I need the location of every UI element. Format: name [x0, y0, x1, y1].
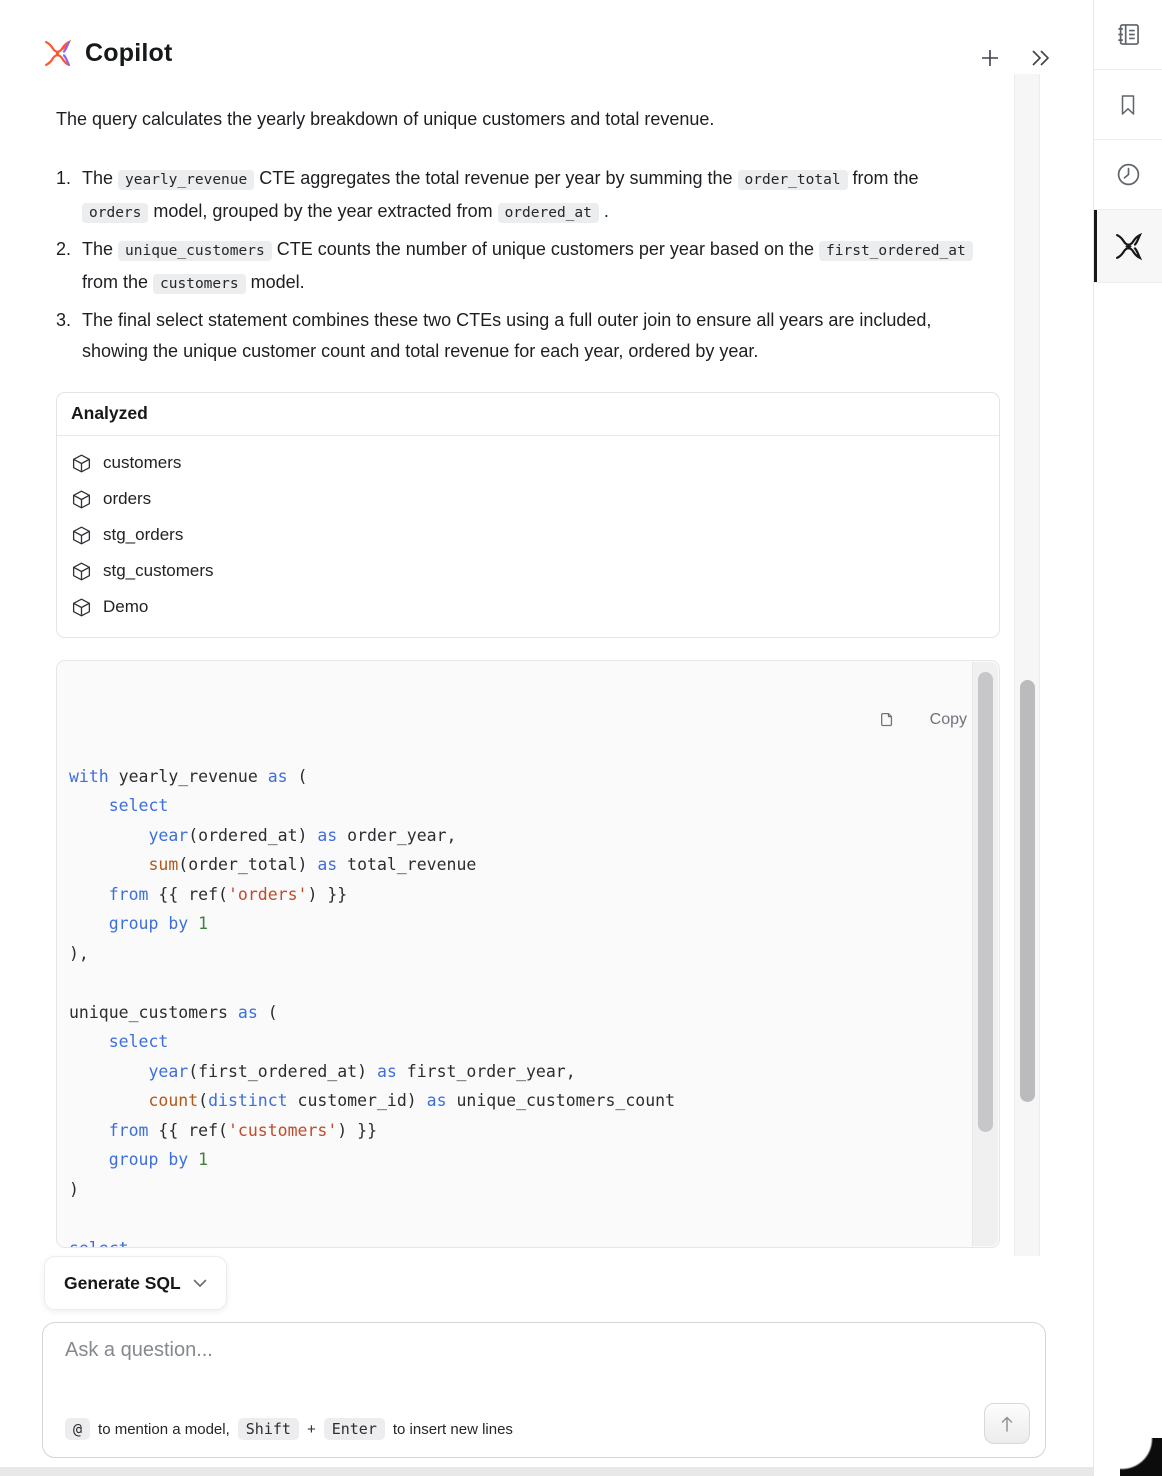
hint-text: to mention a model, [98, 1421, 230, 1438]
right-icon-rail [1093, 0, 1162, 1476]
step-item: 2.The unique_customers CTE counts the nu… [56, 234, 988, 300]
keyboard-key-chip: Shift [238, 1418, 299, 1440]
code-line: unique_customers as ( [69, 998, 969, 1028]
step-number: 3. [56, 305, 82, 367]
step-item: 1.The yearly_revenue CTE aggregates the … [56, 163, 988, 229]
rail-item-copilot[interactable] [1094, 210, 1162, 283]
analyzed-model-item[interactable]: stg_customers [71, 553, 985, 589]
notebook-outline-icon [1115, 21, 1142, 48]
keyboard-key-chip: @ [65, 1418, 90, 1440]
composer: @ to mention a model, Shift + Enter to insert… [42, 1322, 1046, 1458]
code-line: sum(order_total) as total_revenue [69, 850, 969, 880]
steps-list: 1.The yearly_revenue CTE aggregates the … [56, 163, 1000, 367]
cube-icon [71, 561, 92, 582]
sql-code-block: Copy with yearly_revenue as ( select yea… [56, 660, 1000, 1248]
rail-item-history-clock[interactable] [1094, 140, 1162, 210]
generate-sql-label: Generate SQL [64, 1273, 181, 1294]
sql-code-lines: with yearly_revenue as ( select year(ord… [69, 762, 969, 1249]
cube-icon [71, 525, 92, 546]
generate-sql-button[interactable]: Generate SQL [44, 1256, 227, 1310]
inline-code-chip: yearly_revenue [118, 170, 254, 190]
hint-text: to insert new lines [393, 1421, 513, 1438]
analyzed-model-item[interactable]: stg_orders [71, 517, 985, 553]
cube-icon [71, 453, 92, 474]
history-clock-icon [1115, 161, 1142, 188]
analyzed-model-label: orders [103, 489, 151, 509]
code-line: with yearly_revenue as ( [69, 762, 969, 792]
code-scrollbar-thumb[interactable] [978, 672, 993, 1132]
code-line [69, 1204, 969, 1234]
step-text: The final select statement combines thes… [82, 305, 982, 367]
copilot-logo-icon [42, 38, 73, 69]
code-line: from {{ ref('orders') }} [69, 880, 969, 910]
copy-button-label: Copy [930, 711, 967, 729]
chat-scrollbar-track[interactable] [1014, 74, 1040, 1256]
inline-code-chip: order_total [738, 170, 848, 190]
code-line: select [69, 1234, 969, 1249]
code-line: group by 1 [69, 1145, 969, 1175]
copy-icon [877, 675, 921, 765]
step-text: The yearly_revenue CTE aggregates the to… [82, 163, 982, 229]
step-number: 1. [56, 163, 82, 229]
code-line: select [69, 1027, 969, 1057]
analyzed-model-label: stg_orders [103, 525, 183, 545]
analyzed-model-item[interactable]: Demo [71, 589, 985, 625]
inline-code-chip: ordered_at [498, 203, 599, 223]
window-corner [1120, 1438, 1162, 1476]
code-line: group by 1 [69, 909, 969, 939]
hint-text: + [307, 1421, 316, 1438]
step-text: The unique_customers CTE counts the numb… [82, 234, 982, 300]
code-line: from {{ ref('customers') }} [69, 1116, 969, 1146]
rail-item-bookmark[interactable] [1094, 70, 1162, 140]
chevron-down-icon [193, 1279, 207, 1288]
code-line: select [69, 791, 969, 821]
inline-code-chip: customers [153, 274, 246, 294]
chat-message: The query calculates the yearly breakdow… [56, 104, 1000, 1248]
analyzed-model-label: customers [103, 453, 181, 473]
analyzed-model-list: customers orders stg_orders stg_customer… [57, 436, 999, 637]
analyzed-model-label: Demo [103, 597, 148, 617]
composer-hint: @ to mention a model, Shift + Enter to insert… [65, 1418, 513, 1440]
window-bottom-edge [0, 1467, 1093, 1476]
rail-item-notebook-outline[interactable] [1094, 0, 1162, 70]
cube-icon [71, 597, 92, 618]
question-input[interactable] [65, 1339, 865, 1399]
panel-title: Copilot [85, 39, 172, 68]
panel-header: Copilot [42, 38, 172, 69]
analyzed-model-item[interactable]: orders [71, 481, 985, 517]
code-line: count(distinct customer_id) as unique_cu… [69, 1086, 969, 1116]
bookmark-icon [1116, 92, 1140, 118]
collapse-panel-button[interactable] [1026, 44, 1054, 72]
copy-code-button[interactable]: Copy [877, 675, 967, 765]
analyzed-card: Analyzed customers orders stg_orders stg… [56, 392, 1000, 638]
code-line: year(ordered_at) as order_year, [69, 821, 969, 851]
code-line: year(first_ordered_at) as first_order_ye… [69, 1057, 969, 1087]
analyzed-card-title: Analyzed [57, 393, 999, 436]
inline-code-chip: orders [82, 203, 148, 223]
inline-code-chip: first_ordered_at [819, 241, 973, 261]
chat-scrollbar-thumb[interactable] [1020, 680, 1035, 1102]
code-line: ) [69, 1175, 969, 1205]
analyzed-model-label: stg_customers [103, 561, 214, 581]
keyboard-key-chip: Enter [324, 1418, 385, 1440]
code-line [69, 968, 969, 998]
inline-code-chip: unique_customers [118, 241, 272, 261]
copilot-icon [1113, 231, 1144, 262]
code-scrollbar-track[interactable] [972, 662, 998, 1246]
step-item: 3.The final select statement combines th… [56, 305, 988, 367]
cube-icon [71, 489, 92, 510]
code-line: ), [69, 939, 969, 969]
analyzed-model-item[interactable]: customers [71, 445, 985, 481]
copilot-panel: Copilot The query calculates the yearly … [0, 0, 1162, 1476]
send-button[interactable] [984, 1403, 1030, 1444]
new-chat-button[interactable] [976, 44, 1004, 72]
step-number: 2. [56, 234, 82, 300]
answer-intro: The query calculates the yearly breakdow… [56, 104, 961, 134]
arrow-up-icon [998, 1414, 1016, 1434]
